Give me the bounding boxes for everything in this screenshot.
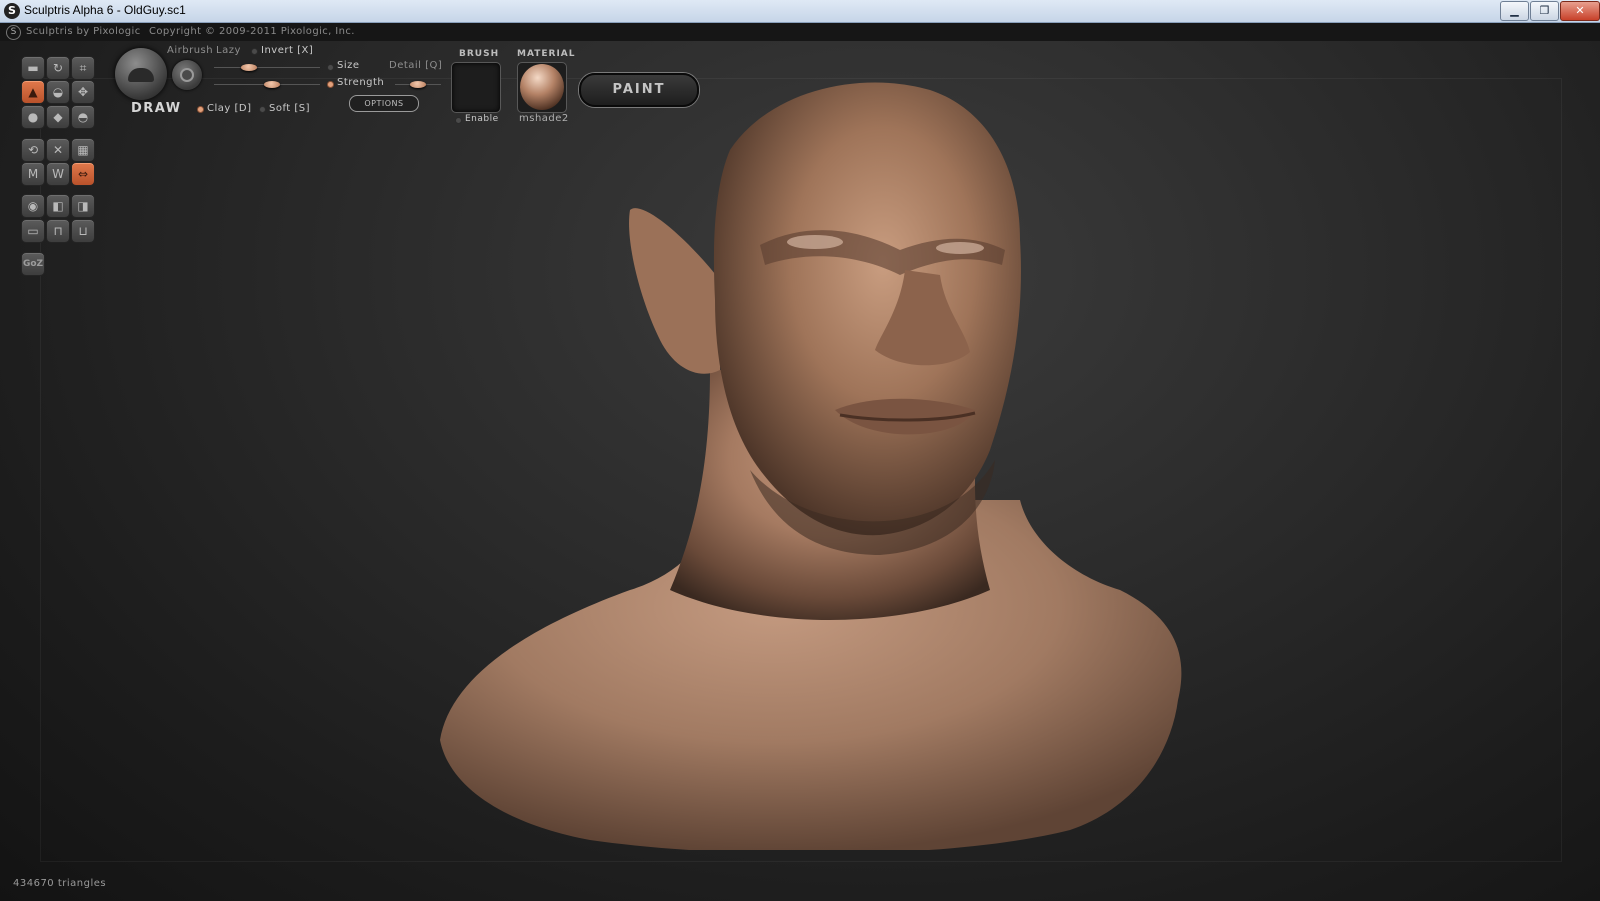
size-slider-track[interactable] (214, 67, 320, 68)
brush-enable-label: Enable (465, 114, 499, 124)
strength-label: Strength (337, 77, 385, 88)
export-icon: ⊓ (53, 224, 63, 238)
brand-text: Sculptris by Pixologic (26, 26, 141, 37)
grid-tool-button[interactable]: ▦ (71, 138, 95, 162)
brush-enable-radio[interactable] (455, 117, 462, 124)
inflate-tool-button[interactable]: ● (21, 105, 45, 129)
soft-label: Soft [S] (269, 103, 311, 114)
lazy-toggle[interactable]: Lazy (216, 45, 241, 56)
wave-icon: W (52, 167, 64, 181)
bust-eye-left (787, 235, 843, 249)
brush-title: BRUSH (459, 49, 500, 59)
bust-head (713, 82, 1021, 536)
info-bar: S Sculptris by Pixologic Copyright © 200… (0, 23, 1600, 41)
brush-swatch[interactable] (451, 62, 501, 113)
grab-tool-button[interactable]: ✥ (71, 80, 95, 104)
rotate-icon: ↻ (52, 61, 64, 75)
brush-falloff-button[interactable] (172, 60, 202, 90)
mask-icon: M (27, 167, 39, 181)
crop-tool-button[interactable]: ⌗ (71, 56, 95, 80)
pinch-icon: ◆ (53, 110, 63, 124)
crease-icon: ▬ (27, 61, 39, 75)
size-radio[interactable] (327, 64, 334, 71)
minimize-button[interactable]: ▁ (1500, 1, 1529, 21)
window-title: Sculptris Alpha 6 - OldGuy.sc1 (24, 3, 186, 17)
copyright-text: Copyright © 2009-2011 Pixologic, Inc. (149, 26, 355, 37)
grid-icon: ▦ (77, 143, 89, 157)
draw-brush-icon (128, 68, 154, 82)
soft-radio[interactable] (259, 106, 266, 113)
grab-icon: ✥ (77, 85, 89, 99)
load-icon: ◧ (52, 199, 64, 213)
flatten-icon: ◒ (52, 85, 64, 99)
save-icon: ◨ (77, 199, 89, 213)
size-label: Size (337, 60, 360, 71)
bust-ear (629, 208, 720, 374)
pinch-tool-button[interactable]: ◆ (46, 105, 70, 129)
detail-label: Detail [Q] (389, 60, 443, 71)
load-tool-button[interactable]: ◧ (46, 194, 70, 218)
material-sphere-icon (520, 64, 564, 110)
smooth-icon: ◓ (77, 110, 89, 124)
flatten-tool-button[interactable]: ◒ (46, 80, 70, 104)
symmetry-tool-button[interactable]: ⇔ (71, 162, 95, 186)
reduce-tool-button[interactable]: ✕ (46, 138, 70, 162)
mask-tool-button[interactable]: M (21, 162, 45, 186)
sculptris-small-logo-icon: S (6, 25, 21, 40)
export-tool-button[interactable]: ⊓ (46, 219, 70, 243)
sculptris-window: S Sculptris Alpha 6 - OldGuy.sc1 ▁ ❐ ✕ S… (0, 0, 1600, 901)
sculptris-logo-icon: S (4, 3, 20, 19)
plane-icon: ▭ (27, 224, 39, 238)
draw-icon: ▲ (28, 85, 38, 99)
twist-tool-button[interactable]: ⟲ (21, 138, 45, 162)
material-title: MATERIAL (517, 49, 576, 59)
maximize-button[interactable]: ❐ (1530, 1, 1559, 21)
invert-label: Invert [X] (261, 45, 314, 56)
clay-radio[interactable] (197, 106, 204, 113)
detail-slider-knob[interactable] (410, 81, 426, 88)
close-button[interactable]: ✕ (1560, 1, 1600, 21)
clay-label: Clay [D] (207, 103, 252, 114)
paint-button[interactable]: PAINT (579, 73, 699, 107)
material-name: mshade2 (519, 113, 569, 124)
draw-mode-label: DRAW (131, 101, 182, 116)
sculpt-viewport[interactable] (430, 70, 1210, 850)
reduce-icon: ✕ (52, 143, 64, 157)
invert-radio[interactable] (251, 48, 258, 55)
triangle-count: 434670 triangles (13, 878, 107, 889)
material-swatch[interactable] (517, 62, 567, 113)
import-tool-button[interactable]: ⊔ (71, 219, 95, 243)
crop-icon: ⌗ (79, 61, 87, 75)
airbrush-toggle[interactable]: Airbrush (167, 45, 213, 56)
options-button[interactable]: OPTIONS (349, 95, 419, 112)
title-bar[interactable]: S Sculptris Alpha 6 - OldGuy.sc1 ▁ ❐ ✕ (0, 0, 1600, 23)
draw-tool-button[interactable]: ▲ (21, 80, 45, 104)
bust-eye-right (936, 242, 984, 254)
import-icon: ⊔ (78, 224, 88, 238)
twist-icon: ⟲ (27, 143, 39, 157)
smooth-tool-button[interactable]: ◓ (71, 105, 95, 129)
size-slider-knob[interactable] (240, 64, 257, 71)
sphere-tool-button[interactable]: ◉ (21, 194, 45, 218)
rotate-tool-button[interactable]: ↻ (46, 56, 70, 80)
plane-tool-button[interactable]: ▭ (21, 219, 45, 243)
crease-tool-button[interactable]: ▬ (21, 56, 45, 80)
ring-icon (180, 68, 194, 82)
symmetry-icon: ⇔ (77, 167, 89, 181)
draw-brush-sphere[interactable] (115, 48, 167, 100)
goz-button[interactable]: GoZ (21, 252, 45, 276)
sphere-icon: ◉ (27, 199, 39, 213)
strength-radio[interactable] (327, 81, 334, 88)
wave-tool-button[interactable]: W (46, 162, 70, 186)
save-tool-button[interactable]: ◨ (71, 194, 95, 218)
inflate-icon: ● (27, 110, 39, 124)
